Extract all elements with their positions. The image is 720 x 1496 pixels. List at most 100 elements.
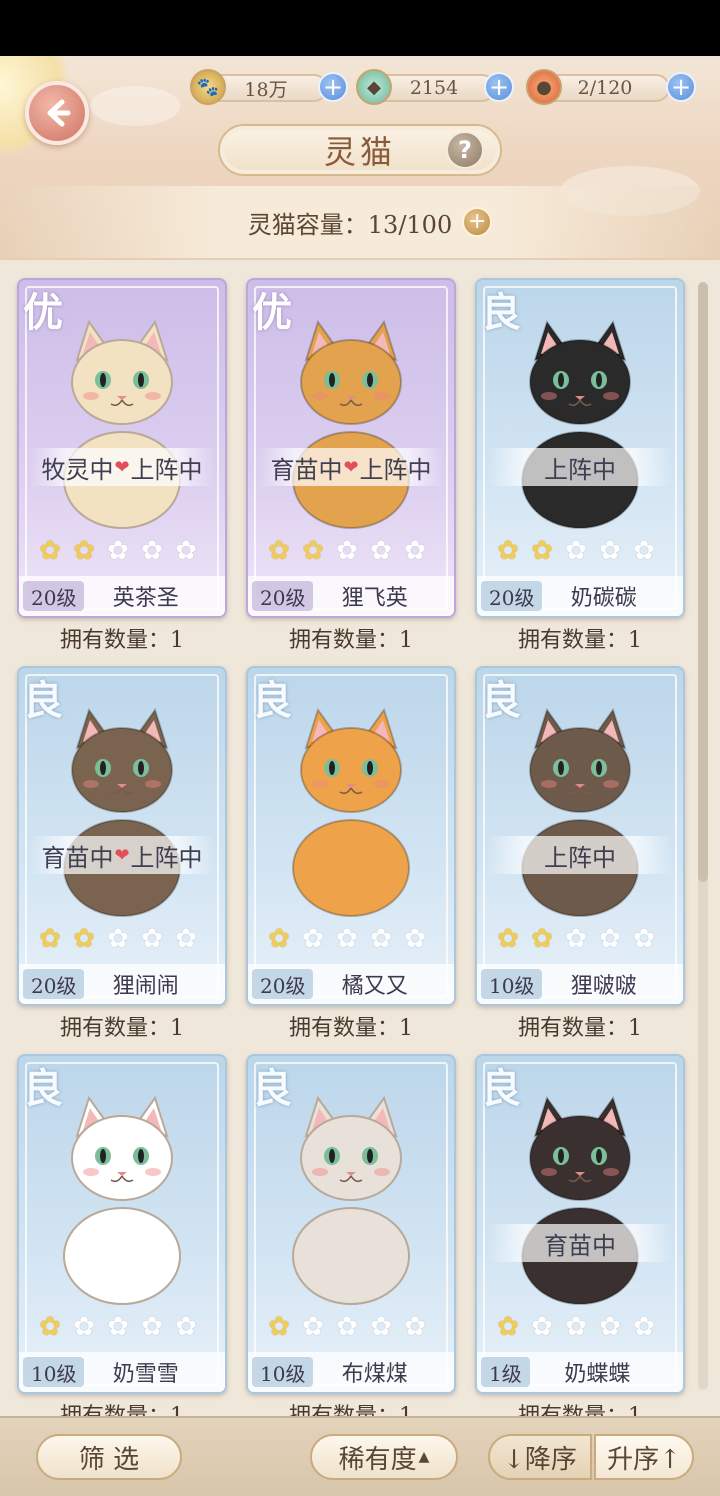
- flower-star-empty-icon: ✿: [175, 536, 197, 566]
- star-rating: ✿ ✿ ✿ ✿ ✿: [35, 536, 201, 566]
- fish-food-icon: ●: [526, 69, 562, 105]
- add-fish-food-button[interactable]: +: [666, 72, 696, 102]
- owned-count: 拥有数量：1: [289, 1016, 413, 1041]
- cat-card[interactable]: 良上阵中 ✿ ✿ ✿ ✿ ✿ 10级 狸啵啵: [475, 666, 685, 1006]
- rarity-sort-dropdown[interactable]: 稀有度 ▲: [310, 1434, 458, 1480]
- cat-name: 狸飞英: [341, 586, 408, 611]
- cat-portrait-icon: [521, 708, 639, 917]
- level-tag: 10级: [252, 1357, 314, 1387]
- flower-star-filled-icon: ✿: [497, 1312, 519, 1342]
- question-icon: ?: [458, 136, 472, 164]
- cat-name: 布煤煤: [341, 1362, 408, 1387]
- status-label: 牧灵中: [41, 455, 114, 484]
- status-label: 上阵中: [130, 843, 203, 872]
- cat-name: 奶雪雪: [112, 1362, 179, 1387]
- flower-star-empty-icon: ✿: [404, 536, 426, 566]
- add-paw-coin-button[interactable]: +: [318, 72, 348, 102]
- sort-ascending-button[interactable]: 升序↑: [594, 1434, 694, 1480]
- cat-card[interactable]: 良 ✿ ✿ ✿ ✿ ✿ 10级 布煤煤: [246, 1054, 456, 1394]
- flower-star-empty-icon: ✿: [336, 1312, 358, 1342]
- cat-card[interactable]: 优育苗中 ❤ 上阵中 ✿ ✿ ✿ ✿ ✿ 20级 狸飞英: [246, 278, 456, 618]
- cat-portrait-icon: [521, 320, 639, 529]
- cat-portrait-icon: [63, 320, 181, 529]
- page-title-text: 灵猫: [323, 133, 396, 171]
- owned-count: 拥有数量：1: [289, 628, 413, 653]
- cat-portrait-icon: [292, 1096, 410, 1305]
- filter-label: 筛 选: [78, 1444, 140, 1475]
- flower-star-empty-icon: ✿: [633, 536, 655, 566]
- flower-star-empty-icon: ✿: [633, 924, 655, 954]
- level-tag: 10级: [481, 969, 543, 999]
- sort-descending-button[interactable]: ↓降序: [488, 1434, 592, 1480]
- owned-count: 拥有数量：1: [518, 1016, 642, 1041]
- status-label: 育苗中: [41, 843, 114, 872]
- cat-card[interactable]: 优牧灵中 ❤ 上阵中 ✿ ✿ ✿ ✿ ✿ 20级 英茶圣: [17, 278, 227, 618]
- status-label: 育苗中: [270, 455, 343, 484]
- level-tag: 20级: [252, 969, 314, 999]
- level-tag: 20级: [481, 581, 543, 611]
- heart-icon: ❤: [343, 456, 359, 478]
- cat-name: 英茶圣: [112, 586, 179, 611]
- status-label: 上阵中: [544, 843, 616, 872]
- resource-value: 18万: [244, 78, 288, 101]
- star-rating: ✿ ✿ ✿ ✿ ✿: [35, 1312, 201, 1342]
- scrollbar-thumb[interactable]: [698, 282, 708, 882]
- flower-star-empty-icon: ✿: [141, 536, 163, 566]
- card-info-bar: 10级 狸啵啵: [477, 964, 683, 1004]
- owned-count: 拥有数量：1: [518, 628, 642, 653]
- status-label: 上阵中: [544, 455, 616, 484]
- system-status-bar: [0, 0, 720, 56]
- paw-coin-icon: 🐾: [190, 69, 226, 105]
- flower-star-filled-icon: ✿: [39, 536, 61, 566]
- flower-star-empty-icon: ✿: [599, 1312, 621, 1342]
- flower-star-empty-icon: ✿: [302, 924, 324, 954]
- cat-card[interactable]: 良育苗中 ❤ 上阵中 ✿ ✿ ✿ ✿ ✿ 20级 狸闹闹: [17, 666, 227, 1006]
- flower-star-empty-icon: ✿: [141, 924, 163, 954]
- flower-star-empty-icon: ✿: [175, 1312, 197, 1342]
- flower-star-empty-icon: ✿: [107, 1312, 129, 1342]
- add-jade-gem-button[interactable]: +: [484, 72, 514, 102]
- cat-card[interactable]: 良育苗中 ✿ ✿ ✿ ✿ ✿ 1级 奶蝶蝶: [475, 1054, 685, 1394]
- flower-star-empty-icon: ✿: [370, 924, 392, 954]
- filter-button[interactable]: 筛 选: [36, 1434, 182, 1480]
- cat-card[interactable]: 良 ✿ ✿ ✿ ✿ ✿ 10级 奶雪雪: [17, 1054, 227, 1394]
- jade-gem-icon: ◆: [356, 69, 392, 105]
- capacity-bar: 灵猫容量：13/100 +: [0, 186, 720, 258]
- flower-star-filled-icon: ✿: [268, 924, 290, 954]
- status-band: 上阵中: [487, 448, 673, 486]
- star-rating: ✿ ✿ ✿ ✿ ✿: [35, 924, 201, 954]
- cat-portrait-icon: [63, 708, 181, 917]
- flower-star-empty-icon: ✿: [336, 924, 358, 954]
- cat-card[interactable]: 良 ✿ ✿ ✿ ✿ ✿ 20级 橘又又: [246, 666, 456, 1006]
- star-rating: ✿ ✿ ✿ ✿ ✿: [493, 1312, 659, 1342]
- flower-star-empty-icon: ✿: [565, 1312, 587, 1342]
- flower-star-empty-icon: ✿: [107, 924, 129, 954]
- flower-star-empty-icon: ✿: [565, 536, 587, 566]
- status-band: 育苗中 ❤ 上阵中: [258, 448, 444, 486]
- flower-star-empty-icon: ✿: [107, 536, 129, 566]
- flower-star-empty-icon: ✿: [370, 1312, 392, 1342]
- resource-value: 2/120: [577, 77, 633, 99]
- card-info-bar: 20级 橘又又: [248, 964, 454, 1004]
- sort-ascending-label: 升序↑: [607, 1444, 681, 1475]
- level-tag: 20级: [23, 581, 85, 611]
- flower-star-empty-icon: ✿: [404, 924, 426, 954]
- cat-card[interactable]: 良上阵中 ✿ ✿ ✿ ✿ ✿ 20级 奶碳碳: [475, 278, 685, 618]
- flower-star-empty-icon: ✿: [141, 1312, 163, 1342]
- card-info-bar: 20级 英茶圣: [19, 576, 225, 616]
- caret-up-icon: ▲: [418, 1449, 430, 1465]
- help-button[interactable]: ?: [446, 131, 484, 169]
- flower-star-filled-icon: ✿: [531, 924, 553, 954]
- card-info-bar: 1级 奶蝶蝶: [477, 1352, 683, 1392]
- cat-portrait-icon: [292, 320, 410, 529]
- status-band: 育苗中: [487, 1224, 673, 1262]
- flower-star-filled-icon: ✿: [268, 536, 290, 566]
- flower-star-filled-icon: ✿: [497, 924, 519, 954]
- flower-star-empty-icon: ✿: [599, 924, 621, 954]
- flower-star-filled-icon: ✿: [302, 536, 324, 566]
- heart-icon: ❤: [114, 456, 130, 478]
- cat-portrait-icon: [521, 1096, 639, 1305]
- status-label: 上阵中: [130, 455, 203, 484]
- back-button[interactable]: [25, 81, 89, 145]
- add-capacity-button[interactable]: +: [462, 207, 493, 237]
